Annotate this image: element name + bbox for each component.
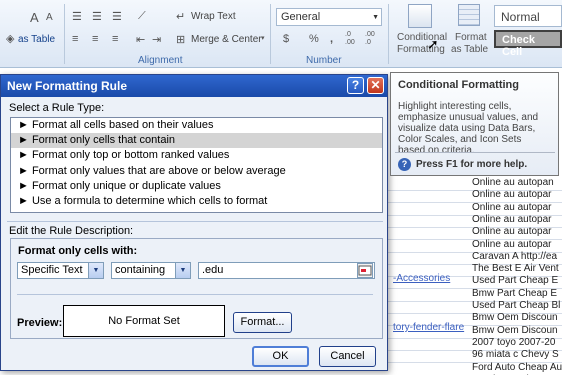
number-format-value: General (281, 11, 321, 23)
rule-type-list[interactable]: ► Format all cells based on their values… (10, 117, 383, 213)
wrap-text-icon: ↵ (176, 11, 186, 23)
align-center-icon[interactable]: ≡ (92, 33, 98, 45)
select-rule-type-label: Select a Rule Type: (9, 102, 105, 114)
conditional-formatting-icon (408, 4, 432, 28)
cell-value[interactable]: 2007 toyo 2007-20 (472, 337, 562, 348)
rule-type-item[interactable]: ► Format all cells based on their values (11, 118, 382, 133)
format-button[interactable]: Format... (233, 312, 292, 333)
number-format-select[interactable]: General ▼ (276, 8, 382, 26)
comma-style-icon[interactable]: , (330, 33, 333, 45)
tooltip-help-text: Press F1 for more help. (416, 159, 528, 170)
condition-type-value: Specific Text (21, 264, 83, 276)
rule-type-item[interactable]: ► Use a formula to determine which cells… (11, 194, 382, 209)
rule-type-item[interactable]: ► Format only unique or duplicate values (11, 179, 382, 194)
cell-value[interactable]: Online au autopar (472, 226, 562, 237)
group-separator (270, 4, 271, 64)
percent-icon[interactable]: % (309, 33, 319, 45)
style-check-cell[interactable]: Check Cell (494, 30, 562, 58)
mouse-cursor-icon: ➚ (427, 36, 439, 52)
alignment-group-label: Alignment (138, 55, 183, 66)
cell-value[interactable]: Online au autopar (472, 239, 562, 250)
ok-button[interactable]: OK (252, 346, 309, 367)
increase-decimal-icon[interactable]: .0 .00 (345, 31, 361, 47)
new-formatting-rule-dialog: New Formatting Rule ? ✕ Select a Rule Ty… (0, 74, 388, 371)
format-only-cells-label: Format only cells with: (18, 245, 138, 257)
cell-value[interactable]: Used Part Cheap Bl (472, 300, 562, 311)
cell-value[interactable]: Bmw Oem Discoun (472, 325, 562, 336)
tooltip-body: Highlight interesting cells, emphasize u… (398, 101, 539, 156)
divider (17, 294, 373, 295)
preview-label: Preview: (17, 317, 63, 329)
group-separator (64, 4, 65, 64)
cell-value[interactable]: Online au autopar (472, 202, 562, 213)
close-button[interactable]: ✕ (367, 77, 384, 94)
align-bottom-icon[interactable]: ☰ (112, 10, 122, 23)
divider (7, 221, 383, 222)
font-grow-icon[interactable]: A (30, 10, 39, 25)
orientation-icon[interactable]: ⟋ (138, 10, 146, 23)
align-left-icon[interactable]: ≡ (72, 33, 78, 45)
cell-link[interactable]: tory-fender-flare (393, 322, 471, 333)
conditional-formatting-tooltip: Conditional Formatting Highlight interes… (390, 72, 559, 176)
cancel-button[interactable]: Cancel (319, 346, 376, 367)
cell-value[interactable]: Online au autopar (472, 189, 562, 200)
cell-value[interactable]: Online au autopan (472, 177, 562, 188)
chevron-down-icon: ▼ (372, 14, 379, 21)
fill-color-icon[interactable]: ◈ (6, 32, 14, 45)
rule-type-item[interactable]: ► Format only values that are above or b… (11, 164, 382, 179)
decrease-indent-icon[interactable]: ⇤ (136, 33, 145, 46)
cell-value[interactable]: The Best E Air Vent (472, 263, 562, 274)
format-as-table-partial[interactable]: as Table (18, 34, 55, 46)
help-button[interactable]: ? (347, 77, 364, 94)
preview-text: No Format Set (108, 315, 180, 327)
dropdown-arrow-icon[interactable]: ▾ (261, 34, 265, 42)
tooltip-divider (395, 152, 555, 153)
cell-value[interactable]: 96 miata c Chevy S (472, 349, 562, 360)
dialog-title: New Formatting Rule (7, 79, 128, 93)
condition-type-select[interactable]: Specific Text ▼ (17, 262, 104, 279)
align-right-icon[interactable]: ≡ (112, 33, 118, 45)
currency-icon[interactable]: $ (283, 33, 289, 45)
chevron-down-icon: ▼ (88, 263, 103, 278)
group-separator (388, 4, 389, 64)
operator-value: containing (115, 264, 166, 276)
operator-select[interactable]: containing ▼ (111, 262, 191, 279)
cell-link[interactable]: -Accessories (393, 273, 471, 284)
align-middle-icon[interactable]: ☰ (92, 10, 102, 23)
tooltip-title: Conditional Formatting (398, 79, 519, 91)
chevron-down-icon: ▼ (175, 263, 190, 278)
rule-type-item[interactable]: ► Format only top or bottom ranked value… (11, 148, 382, 163)
rule-type-item[interactable]: ► Format only cells that contain (11, 133, 382, 149)
cell-value[interactable]: Caravan A http://ea (472, 251, 562, 262)
increase-indent-icon[interactable]: ⇥ (152, 33, 161, 46)
edit-rule-description-label: Edit the Rule Description: (9, 225, 134, 237)
align-top-icon[interactable]: ☰ (72, 10, 82, 23)
style-normal[interactable]: Normal (494, 5, 562, 27)
cell-value[interactable]: Bmw Oem Discoun (472, 312, 562, 323)
cell-value[interactable]: Used Part Cheap E (472, 275, 562, 286)
cell-value[interactable]: Ford Auto Cheap Au (472, 362, 562, 373)
number-group-label: Number (306, 55, 342, 66)
format-as-table-icon (458, 4, 480, 26)
tooltip-help: ? Press F1 for more help. (398, 158, 527, 171)
cell-value[interactable]: Online au autopar (472, 214, 562, 225)
preview-box: No Format Set (63, 305, 225, 337)
decrease-decimal-icon[interactable]: .00 .0 (365, 31, 381, 47)
merge-center-icon: ⊞ (176, 34, 186, 46)
wrap-text-button[interactable]: Wrap Text (191, 11, 236, 23)
help-icon: ? (398, 158, 411, 171)
value-input[interactable]: .edu (198, 262, 375, 279)
format-as-table-line1[interactable]: Format (455, 32, 487, 44)
merge-center-button[interactable]: Merge & Center (191, 34, 262, 46)
font-shrink-icon[interactable]: A (46, 12, 53, 23)
cell-value[interactable]: Bmw Part Cheap E (472, 288, 562, 299)
ribbon: A A ◈ as Table ☰ ☰ ☰ ⟋ ≡ ≡ ≡ ⇤ ⇥ ↵ Wrap … (0, 0, 562, 68)
conditional-formatting-line1[interactable]: Conditional (397, 32, 447, 44)
range-select-icon[interactable] (357, 263, 373, 278)
format-as-table-line2[interactable]: as Table (451, 44, 488, 56)
value-text: .edu (202, 264, 224, 276)
dialog-titlebar[interactable]: New Formatting Rule (1, 75, 387, 97)
